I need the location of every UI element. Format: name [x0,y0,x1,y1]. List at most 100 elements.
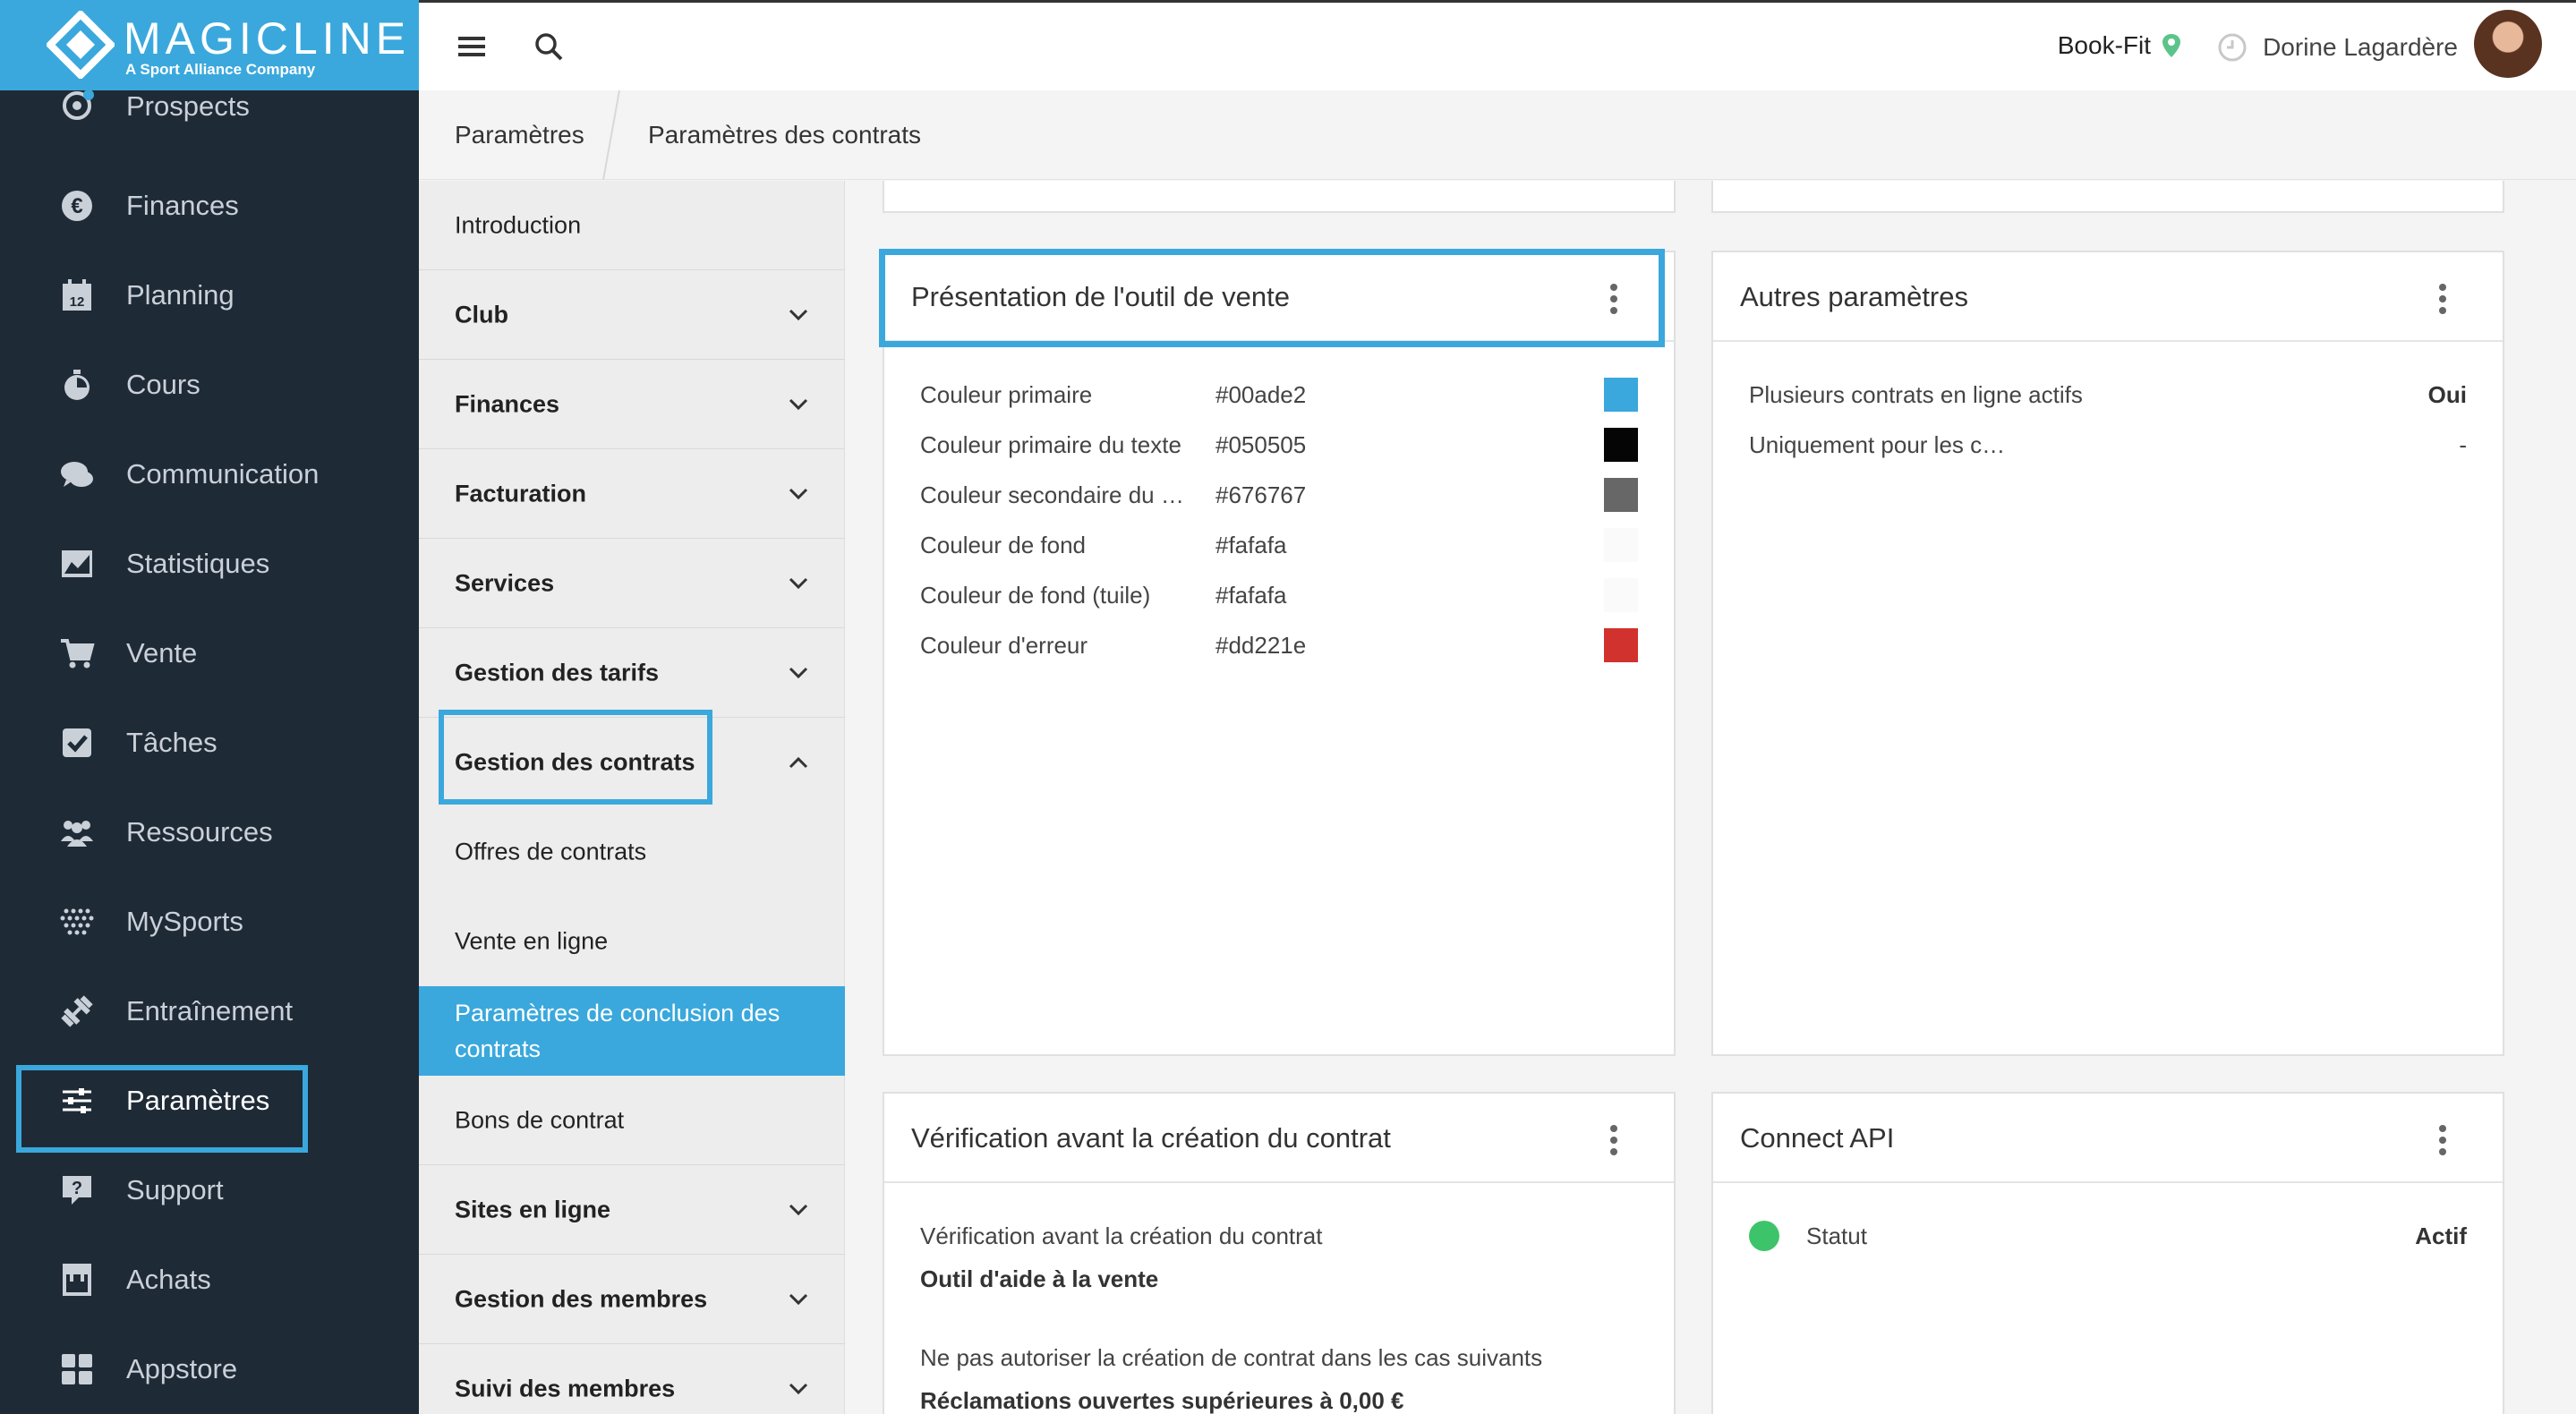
nav-item-achats[interactable]: Achats [0,1235,419,1325]
submenu-label: Introduction [455,211,582,238]
chevron-down-icon [789,1383,808,1394]
submenu-item-facturation[interactable]: Facturation [419,449,845,539]
submenu-label: Facturation [455,480,587,507]
setting-row: Couleur primaire #00ade2 [920,378,1638,413]
nav-label: Prospects [126,90,250,123]
submenu-item-services[interactable]: Services [419,539,845,628]
user-name[interactable]: Dorine Lagardère [2263,33,2458,62]
euro-icon: € [62,191,92,221]
submenu-item-gestion-tarifs[interactable]: Gestion des tarifs [419,628,845,718]
nav-item-cours[interactable]: Cours [0,340,419,430]
nav-label: Achats [126,1264,211,1295]
card-title: Vérification avant la création du contra… [911,1122,1391,1154]
submenu-item-sites-en-ligne[interactable]: Sites en ligne [419,1165,845,1255]
target-icon [63,89,94,120]
submenu-item-club[interactable]: Club [419,270,845,360]
chat-icon [61,462,93,487]
more-vertical-icon[interactable] [2438,1124,2447,1156]
status-dot [1749,1221,1779,1251]
more-vertical-icon[interactable] [2438,283,2447,315]
card-title: Connect API [1740,1122,1895,1154]
nav-label: Ressources [126,816,273,848]
nav-item-communication[interactable]: Communication [0,430,419,519]
submenu-subitem-bons-contrat[interactable]: Bons de contrat [419,1076,845,1165]
club-selector[interactable]: Book-Fit [2058,31,2151,60]
submenu-label: Suivi des membres [455,1375,676,1401]
main-sidebar: MAGICLINE A Sport Alliance Company Prosp… [0,0,419,1414]
submenu-label: Offres de contrats [455,838,647,865]
submenu-item-gestion-membres[interactable]: Gestion des membres [419,1255,845,1344]
people-icon [61,821,93,847]
submenu-item-introduction[interactable]: Introduction [419,181,845,270]
brand-name: MAGICLINE [124,13,411,64]
nav-label: Vente [126,637,198,669]
submenu-label: Vente en ligne [455,927,609,955]
setting-row: Couleur de fond (tuile) #fafafa [920,578,1638,614]
verification-line: Vérification avant la création du contra… [920,1222,1323,1249]
breadcrumb: Paramètres Paramètres des contrats [419,90,2576,180]
search-icon[interactable] [533,31,564,62]
nav-item-finances[interactable]: € Finances [0,161,419,251]
nav-label: Cours [126,369,200,400]
submenu-label: Sites en ligne [455,1196,611,1222]
cart-icon [61,639,95,669]
api-status-value: Actif [2415,1222,2467,1249]
card-header: Autres paramètres [1713,252,2503,342]
color-swatch [1604,378,1638,412]
nav-label: MySports [126,906,243,937]
submenu-item-finances[interactable]: Finances [419,360,845,449]
help-icon: ? [63,1176,91,1205]
avatar[interactable] [2474,10,2542,78]
color-swatch [1604,628,1638,662]
nav-item-appstore[interactable]: Appstore [0,1325,419,1414]
card-partial-right [1711,181,2504,213]
submenu-label: Gestion des membres [455,1285,708,1312]
verification-value: Outil d'aide à la vente [920,1262,1638,1298]
setting-row: Couleur de fond #fafafa [920,528,1638,564]
svg-text:12: 12 [70,294,85,310]
color-swatch [1604,428,1638,462]
dots-grid-icon [60,908,94,935]
breadcrumb-item-current: Paramètres des contrats [648,121,922,149]
breadcrumb-item-parametres[interactable]: Paramètres [455,121,584,149]
nav-highlight-frame [16,1065,308,1153]
setting-row: Plusieurs contrats en ligne actifs Oui [1749,378,2467,413]
setting-label: Couleur d'erreur [920,632,1088,659]
nav-item-support[interactable]: ? Support [0,1146,419,1235]
more-vertical-icon[interactable] [1609,1124,1618,1156]
submenu-label: Services [455,569,555,596]
chart-icon [62,550,92,577]
setting-row: Couleur secondaire du … #676767 [920,478,1638,514]
submenu-item-suivi-membres[interactable]: Suivi des membres [419,1344,845,1414]
nav-item-entrainement[interactable]: Entraînement [0,967,419,1056]
card-other-settings: Autres paramètres Plusieurs contrats en … [1711,251,2504,1056]
card-connect-api: Connect API Statut Actif [1711,1092,2504,1414]
nav-label: Communication [126,458,320,490]
submenu-subitem-vente-en-ligne[interactable]: Vente en ligne [419,897,845,986]
card-header: Connect API [1713,1094,2503,1183]
chevron-down-icon [789,1293,808,1305]
setting-row: Uniquement pour les c… - [1749,428,2467,464]
chevron-down-icon [789,488,808,499]
nav-item-mysports[interactable]: MySports [0,877,419,967]
menu-icon[interactable] [458,35,485,58]
submenu-subitem-conclusion-active[interactable]: Paramètres de conclusion des contrats [419,986,845,1076]
nav-item-planning[interactable]: 12 Planning [0,251,419,340]
magicline-logo-icon [47,11,115,79]
nav-item-taches[interactable]: Tâches [0,698,419,788]
nav-item-ressources[interactable]: Ressources [0,788,419,877]
nav-item-statistiques[interactable]: Statistiques [0,519,419,609]
verification-line: Outil d'aide à la vente [920,1265,1159,1292]
card-sales-tool: Présentation de l'outil de vente Couleur… [883,251,1676,1056]
setting-value: Oui [2427,381,2467,408]
setting-value: - [2459,431,2467,458]
nav-item-vente[interactable]: Vente [0,609,419,698]
setting-label: Uniquement pour les c… [1749,431,2006,458]
nav-item-prospects[interactable]: Prospects [0,72,419,161]
apps-icon [62,1354,92,1384]
color-swatch [1604,478,1638,512]
chevron-down-icon [789,398,808,410]
submenu-subitem-offres[interactable]: Offres de contrats [419,807,845,897]
top-header: Book-Fit Dorine Lagardère [419,0,2576,90]
clock-icon[interactable] [2217,32,2248,63]
